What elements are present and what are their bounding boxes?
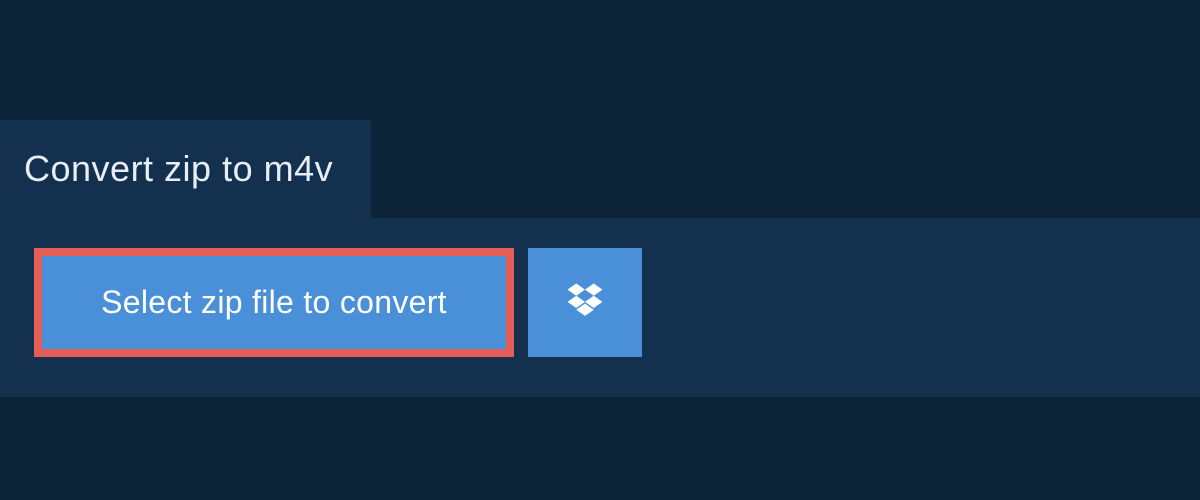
page-title: Convert zip to m4v [24, 148, 333, 189]
action-row: Select zip file to convert [0, 218, 1200, 397]
page-title-tab: Convert zip to m4v [0, 120, 371, 218]
dropbox-icon [564, 280, 606, 325]
page-background-top [0, 0, 1200, 60]
select-file-label: Select zip file to convert [101, 284, 447, 321]
dropbox-source-button[interactable] [528, 248, 642, 357]
select-file-button[interactable]: Select zip file to convert [34, 248, 514, 357]
main-panel: Select zip file to convert [0, 218, 1200, 397]
